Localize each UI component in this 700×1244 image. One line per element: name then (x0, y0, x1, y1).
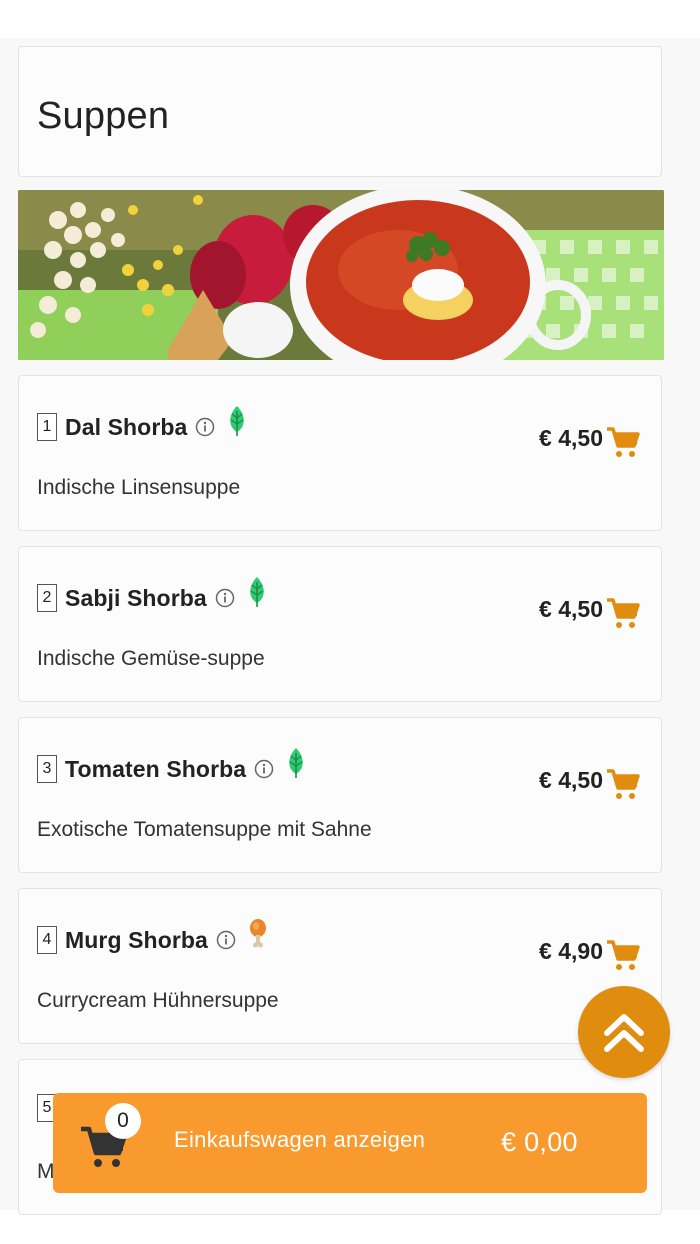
add-to-cart-icon[interactable] (605, 424, 641, 460)
item-description: Indische Linsensuppe (37, 476, 241, 499)
view-cart-button[interactable]: 0 Einkaufswagen anzeigen € 0,00 (53, 1093, 647, 1193)
menu-item[interactable]: 1 Dal Shorba € 4,50 Indische Linsensuppe (18, 375, 662, 531)
item-name: Dal Shorba (65, 413, 188, 440)
leaf-icon (250, 577, 264, 607)
info-icon[interactable] (195, 417, 215, 437)
cart-total: € 0,00 (501, 1127, 578, 1157)
item-description: M (37, 1160, 55, 1183)
item-name: Sabji Shorba (65, 584, 207, 611)
menu-item[interactable]: 2 Sabji Shorba € 4,50 Indische Gemüse-su… (18, 546, 662, 702)
chicken-leg-icon (249, 919, 266, 948)
add-to-cart-icon[interactable] (605, 766, 641, 802)
menu-item[interactable]: 4 Murg Shorba € 4,90 Currycream Hühnersu… (18, 888, 662, 1044)
item-price: € 4,50 (539, 425, 603, 451)
item-number: 3 (37, 755, 57, 783)
item-description: Currycream Hühnersuppe (37, 989, 279, 1012)
soup-banner-image (18, 190, 664, 360)
info-icon[interactable] (216, 930, 236, 950)
item-number: 2 (37, 584, 57, 612)
info-icon[interactable] (254, 759, 274, 779)
item-price: € 4,50 (539, 596, 603, 622)
item-number: 1 (37, 413, 57, 441)
item-description: Indische Gemüse-suppe (37, 647, 265, 670)
scroll-to-top-button[interactable] (578, 986, 670, 1078)
add-to-cart-icon[interactable] (605, 595, 641, 631)
item-name: Tomaten Shorba (65, 755, 247, 782)
section-header-card: Suppen (18, 46, 662, 177)
item-description: Exotische Tomatensuppe mit Sahne (37, 818, 372, 841)
cart-label: Einkaufswagen anzeigen (174, 1127, 426, 1152)
item-name: Murg Shorba (65, 926, 208, 953)
item-price: € 4,90 (539, 938, 603, 964)
cart-count-badge: 0 (105, 1103, 141, 1139)
section-title: Suppen (37, 95, 170, 137)
add-to-cart-icon[interactable] (605, 937, 641, 973)
info-icon[interactable] (215, 588, 235, 608)
item-number: 4 (37, 926, 57, 954)
item-price: € 4,50 (539, 767, 603, 793)
leaf-icon (289, 748, 303, 778)
menu-item[interactable]: 3 Tomaten Shorba € 4,50 Exotische Tomate… (18, 717, 662, 873)
leaf-icon (230, 406, 245, 436)
double-chevron-up-icon (604, 1014, 644, 1052)
